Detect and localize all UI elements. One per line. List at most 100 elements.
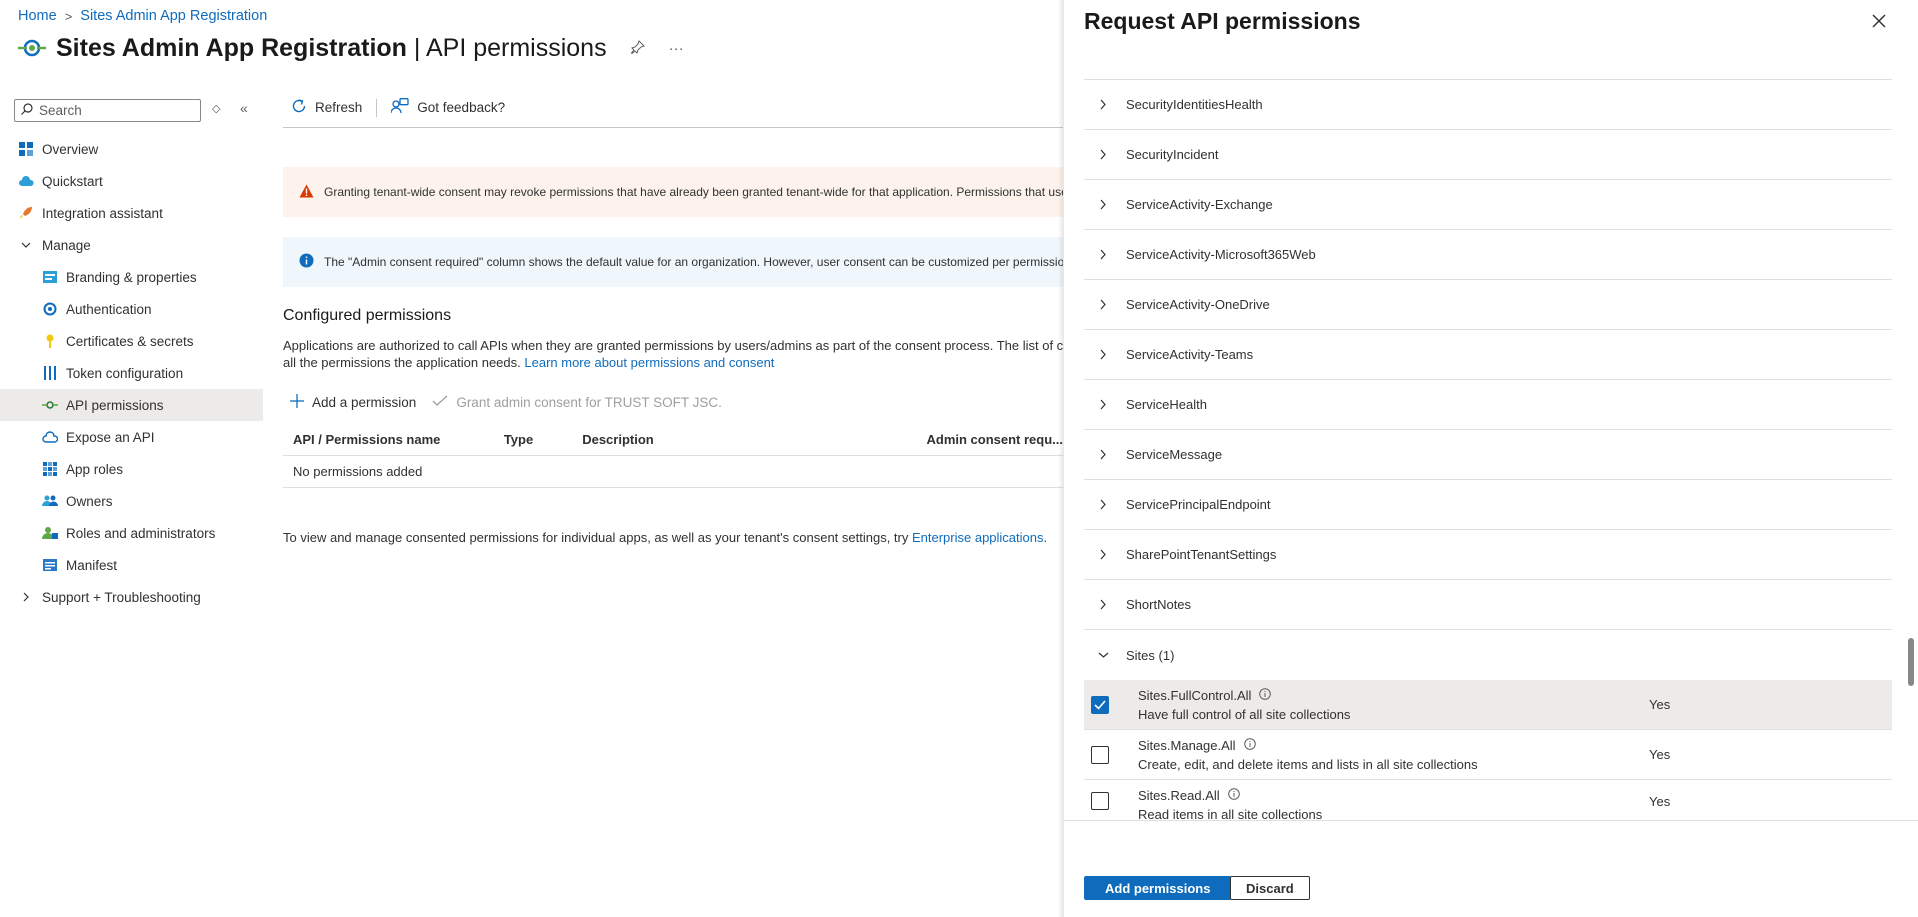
- plus-icon: [290, 394, 304, 411]
- api-group-label: ServiceActivity-Exchange: [1126, 197, 1273, 212]
- api-group-row[interactable]: ServiceActivity-Teams: [1084, 330, 1892, 380]
- sidebar-nav: Overview Quickstart Integration assistan…: [0, 133, 263, 613]
- grant-admin-consent-button[interactable]: Grant admin consent for TRUST SOFT JSC.: [432, 395, 722, 410]
- api-group-label: ServicePrincipalEndpoint: [1126, 497, 1271, 512]
- sidebar-item-manifest[interactable]: Manifest: [0, 549, 263, 581]
- api-group-row[interactable]: ServiceMessage: [1084, 430, 1892, 480]
- collapse-sidebar-icon[interactable]: «: [240, 100, 248, 116]
- sidebar-item-branding[interactable]: Branding & properties: [0, 261, 263, 293]
- search-input[interactable]: [39, 103, 189, 118]
- api-group-label: SecurityIdentitiesHealth: [1126, 97, 1263, 112]
- app-registration-icon: [18, 36, 46, 61]
- page-title: Sites Admin App Registration | API permi…: [56, 34, 607, 63]
- permission-row[interactable]: Sites.Manage.All Create, edit, and delet…: [1084, 730, 1892, 780]
- api-group-row-sites[interactable]: Sites (1): [1084, 630, 1892, 680]
- sidebar-item-overview[interactable]: Overview: [0, 133, 263, 165]
- api-group-row[interactable]: SecurityIncident: [1084, 130, 1892, 180]
- learn-more-link[interactable]: Learn more about permissions and consent: [524, 355, 774, 370]
- api-group-row[interactable]: ShortNotes: [1084, 580, 1892, 630]
- sidebar-item-token-configuration[interactable]: Token configuration: [0, 357, 263, 389]
- column-header-api[interactable]: API / Permissions name: [283, 425, 494, 456]
- consent-footer-note: To view and manage consented permissions…: [283, 530, 1047, 545]
- token-bars-icon: [42, 365, 58, 381]
- chevron-right-icon: [1094, 199, 1112, 210]
- discard-button[interactable]: Discard: [1230, 876, 1310, 900]
- admin-consent-value: Yes: [1649, 747, 1671, 762]
- sidebar-item-app-roles[interactable]: App roles: [0, 453, 263, 485]
- chevron-right-icon: [1094, 149, 1112, 160]
- more-options-icon[interactable]: ···: [669, 40, 684, 57]
- chevron-down-icon: [1094, 652, 1112, 658]
- column-header-description[interactable]: Description: [572, 425, 917, 456]
- column-header-admin-consent[interactable]: Admin consent requ...: [916, 425, 1063, 456]
- sidebar-item-integration-assistant[interactable]: Integration assistant: [0, 197, 263, 229]
- feedback-button[interactable]: Got feedback?: [383, 98, 513, 117]
- add-permissions-button[interactable]: Add permissions: [1084, 876, 1232, 900]
- api-group-row[interactable]: SharePointTenantSettings: [1084, 530, 1892, 580]
- api-group-list: SecurityIdentitiesHealth SecurityInciden…: [1084, 80, 1892, 822]
- table-row: No permissions added: [283, 455, 1063, 488]
- chevron-right-icon: [18, 592, 34, 602]
- permission-row[interactable]: Sites.Read.All Read items in all site co…: [1084, 780, 1892, 822]
- column-header-type[interactable]: Type: [493, 425, 573, 456]
- description-line-2: all the permissions the application need…: [283, 354, 1063, 371]
- sidebar-item-owners[interactable]: Owners: [0, 485, 263, 517]
- enterprise-applications-link[interactable]: Enterprise applications: [912, 530, 1044, 545]
- sidebar-item-quickstart[interactable]: Quickstart: [0, 165, 263, 197]
- sidebar-item-certificates[interactable]: Certificates & secrets: [0, 325, 263, 357]
- permission-description: Create, edit, and delete items and lists…: [1138, 756, 1478, 772]
- api-group-row[interactable]: ServicePrincipalEndpoint: [1084, 480, 1892, 530]
- panel-scrollbar-track[interactable]: [1906, 80, 1914, 820]
- sidebar-item-label: Manifest: [66, 557, 118, 573]
- info-circle-icon[interactable]: [1227, 788, 1240, 803]
- permission-text: Sites.Manage.All Create, edit, and delet…: [1138, 738, 1478, 772]
- request-api-permissions-panel: Request API permissions SecurityIdentiti…: [1064, 0, 1918, 917]
- breadcrumb-home[interactable]: Home: [18, 8, 57, 24]
- sidebar-item-label: API permissions: [66, 397, 164, 413]
- footer-text: To view and manage consented permissions…: [283, 530, 912, 545]
- admin-consent-value: Yes: [1649, 793, 1671, 809]
- permission-row[interactable]: Sites.FullControl.All Have full control …: [1084, 680, 1892, 730]
- api-group-row[interactable]: ServiceActivity-Exchange: [1084, 180, 1892, 230]
- page-title-separator: |: [406, 34, 426, 62]
- azure-portal-page: Home > Sites Admin App Registration Site…: [0, 0, 1918, 917]
- api-group-row[interactable]: SecurityIdentitiesHealth: [1084, 80, 1892, 130]
- api-group-row[interactable]: ServiceHealth: [1084, 380, 1892, 430]
- sidebar-group-support[interactable]: Support + Troubleshooting: [0, 581, 263, 613]
- api-group-label: ServiceMessage: [1126, 447, 1223, 462]
- sidebar-item-authentication[interactable]: Authentication: [0, 293, 263, 325]
- permission-checkbox[interactable]: [1091, 745, 1109, 764]
- permission-description: Have full control of all site collection…: [1138, 706, 1351, 722]
- sidebar-search[interactable]: [14, 99, 201, 122]
- sidebar-item-api-permissions[interactable]: API permissions: [0, 389, 263, 421]
- permission-checkbox[interactable]: [1091, 792, 1109, 810]
- permission-name-text: Sites.Read.All: [1138, 788, 1220, 803]
- permission-name: Sites.Manage.All: [1138, 738, 1478, 753]
- sidebar-group-manage[interactable]: Manage: [0, 229, 263, 261]
- table-header-row: API / Permissions name Type Description …: [283, 425, 1063, 456]
- permission-name: Sites.Read.All: [1138, 788, 1322, 803]
- close-icon[interactable]: [1872, 12, 1886, 33]
- add-permission-button[interactable]: Add a permission: [290, 394, 416, 411]
- sidebar-item-label: Quickstart: [42, 173, 103, 189]
- api-group-row[interactable]: ServiceActivity-Microsoft365Web: [1084, 230, 1892, 280]
- panel-scrollbar-thumb[interactable]: [1908, 638, 1914, 686]
- chevron-down-icon: [18, 242, 34, 248]
- api-group-row[interactable]: ServiceActivity-OneDrive: [1084, 280, 1892, 330]
- info-circle-icon[interactable]: [1259, 687, 1272, 703]
- manifest-icon: [42, 557, 58, 573]
- sidebar-item-expose-api[interactable]: Expose an API: [0, 421, 263, 453]
- chevron-right-icon: [1094, 399, 1112, 410]
- roles-icon: [42, 525, 58, 541]
- pin-icon[interactable]: [630, 39, 645, 58]
- chevron-right-icon: [1094, 299, 1112, 310]
- permission-checkbox[interactable]: [1091, 695, 1109, 714]
- page-title-sub: API permissions: [425, 34, 607, 62]
- empty-state-cell: No permissions added: [283, 455, 1063, 488]
- refresh-button[interactable]: Refresh: [283, 98, 370, 117]
- sidebar-item-roles-administrators[interactable]: Roles and administrators: [0, 517, 263, 549]
- info-circle-icon[interactable]: [1243, 737, 1256, 753]
- sort-updown-icon[interactable]: ◇: [212, 102, 220, 115]
- warning-banner: Granting tenant-wide consent may revoke …: [283, 167, 1063, 217]
- breadcrumb-current[interactable]: Sites Admin App Registration: [80, 8, 267, 24]
